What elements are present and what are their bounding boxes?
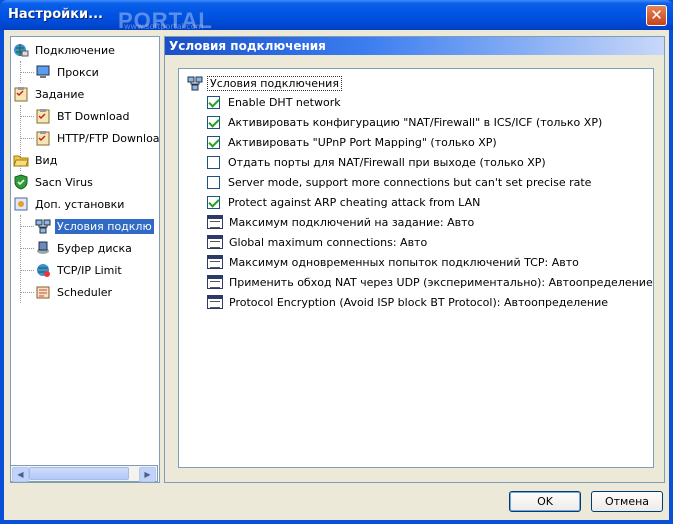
- option-label: Protect against ARP cheating attack from…: [228, 195, 481, 209]
- clipboard-check-icon: [35, 108, 51, 124]
- scroll-thumb[interactable]: [29, 467, 129, 480]
- tree-item-connection[interactable]: Подключение: [13, 41, 117, 59]
- edit-field-icon: [207, 295, 223, 309]
- option-global-max-connections[interactable]: Global maximum connections: Авто: [207, 232, 427, 252]
- option-max-connections-per-task[interactable]: Максимум подключений на задание: Авто: [207, 212, 474, 232]
- option-max-tcp-attempts[interactable]: Максимум одновременных попыток подключен…: [207, 252, 579, 272]
- tree-item-label: Условия подклю: [55, 218, 154, 234]
- settings-icon: [13, 196, 29, 212]
- option-nat-firewall-ics[interactable]: Активировать конфигурацию "NAT/Firewall"…: [207, 112, 602, 132]
- tree-item-http-ftp[interactable]: HTTP/FTP Downloa: [35, 129, 160, 147]
- option-protocol-encryption[interactable]: Protocol Encryption (Avoid ISP block BT …: [207, 292, 608, 312]
- edit-field-icon: [207, 215, 223, 229]
- option-label: Активировать конфигурацию "NAT/Firewall"…: [228, 115, 603, 129]
- tree-item-label: Подключение: [35, 43, 115, 57]
- option-label: Максимум одновременных попыток подключен…: [229, 255, 579, 269]
- settings-panel: Условия подключения Условия подключения …: [164, 36, 665, 483]
- option-label: Global maximum connections: Авто: [229, 235, 428, 249]
- tree-item-scan-virus[interactable]: Sacn Virus: [13, 173, 95, 191]
- tree-item-label: Sacn Virus: [35, 175, 93, 189]
- options-list: Условия подключения Enable DHT network А…: [178, 68, 654, 468]
- tree-item-label: Scheduler: [57, 285, 113, 299]
- network-icon: [187, 75, 203, 91]
- globe-connection-icon: [13, 42, 29, 58]
- title-bar[interactable]: Настройки... PORTAL www.softportal.com ✕: [0, 0, 673, 33]
- checkbox[interactable]: [207, 195, 220, 209]
- option-udp-nat-traversal[interactable]: Применить обход NAT через UDP (экспериме…: [207, 272, 653, 292]
- clipboard-check-icon: [35, 130, 51, 146]
- option-arp-protect[interactable]: Protect against ARP cheating attack from…: [207, 192, 480, 212]
- tree-item-label: Буфер диска: [57, 241, 132, 255]
- close-icon: ✕: [650, 6, 663, 24]
- tree-item-tcp-ip-limit[interactable]: TCP/IP Limit: [35, 261, 124, 279]
- tree-item-label: Прокси: [57, 65, 99, 79]
- tree-item-label: BT Download: [57, 109, 130, 123]
- option-label: Применить обход NAT через UDP (экспериме…: [229, 275, 653, 289]
- checkbox[interactable]: [207, 155, 220, 169]
- checkbox[interactable]: [207, 95, 220, 109]
- tree-item-scheduler[interactable]: Scheduler: [35, 283, 114, 301]
- monitor-icon: [35, 64, 51, 80]
- options-group[interactable]: Условия подключения: [187, 74, 342, 92]
- tree-item-proxy[interactable]: Прокси: [35, 63, 101, 81]
- edit-field-icon: [207, 275, 223, 289]
- tree-item-connection-conditions[interactable]: Условия подклю: [35, 217, 154, 235]
- tree-item-label: Вид: [35, 153, 58, 167]
- option-label: Отдать порты для NAT/Firewall при выходе…: [228, 155, 546, 169]
- folder-icon: [13, 152, 29, 168]
- option-label: Максимум подключений на задание: Авто: [229, 215, 475, 229]
- scroll-left-icon[interactable]: ◀: [12, 467, 29, 482]
- globe-limit-icon: [35, 262, 51, 278]
- tree-horizontal-scrollbar[interactable]: ◀ ▶: [10, 465, 158, 482]
- network-icon: [35, 218, 51, 234]
- tree-item-advanced[interactable]: Доп. установки: [13, 195, 126, 213]
- option-release-ports[interactable]: Отдать порты для NAT/Firewall при выходе…: [207, 152, 546, 172]
- edit-field-icon: [207, 235, 223, 249]
- checkbox[interactable]: [207, 175, 220, 189]
- edit-field-icon: [207, 255, 223, 269]
- option-label: Protocol Encryption (Avoid ISP block BT …: [229, 295, 609, 309]
- settings-tree[interactable]: Подключение Прокси Задание BT Download H…: [10, 36, 160, 483]
- scroll-right-icon[interactable]: ▶: [139, 467, 156, 482]
- tree-item-bt-download[interactable]: BT Download: [35, 107, 131, 125]
- window-title: Настройки...: [8, 7, 103, 22]
- cancel-button[interactable]: Отмена: [591, 491, 663, 512]
- option-label: Server mode, support more connections bu…: [228, 175, 592, 189]
- clipboard-icon: [13, 86, 29, 102]
- option-server-mode[interactable]: Server mode, support more connections bu…: [207, 172, 591, 192]
- tree-item-task[interactable]: Задание: [13, 85, 86, 103]
- close-button[interactable]: ✕: [646, 5, 667, 26]
- panel-header: Условия подключения: [165, 37, 664, 55]
- option-enable-dht[interactable]: Enable DHT network: [207, 92, 341, 112]
- option-label: Активировать "UPnP Port Mapping" (только…: [228, 135, 497, 149]
- tree-item-label: Доп. установки: [35, 197, 125, 211]
- tree-item-view[interactable]: Вид: [13, 151, 59, 169]
- panel-title: Условия подключения: [169, 39, 326, 53]
- settings-window: Настройки... PORTAL www.softportal.com ✕…: [0, 0, 673, 524]
- checkbox[interactable]: [207, 135, 220, 149]
- scheduler-icon: [35, 284, 51, 300]
- dialog-client: Подключение Прокси Задание BT Download H…: [4, 30, 669, 520]
- option-upnp-port-mapping[interactable]: Активировать "UPnP Port Mapping" (только…: [207, 132, 497, 152]
- checkbox[interactable]: [207, 115, 220, 129]
- ok-button[interactable]: OK: [509, 491, 581, 512]
- tree-item-label: HTTP/FTP Downloa: [57, 131, 160, 145]
- tree-item-label: TCP/IP Limit: [57, 263, 122, 277]
- tree-item-label: Задание: [35, 87, 85, 101]
- tree-item-disk-buffer[interactable]: Буфер диска: [35, 239, 134, 257]
- group-label: Условия подключения: [207, 75, 342, 91]
- disk-icon: [35, 240, 51, 256]
- shield-icon: [13, 174, 29, 190]
- option-label: Enable DHT network: [228, 95, 341, 109]
